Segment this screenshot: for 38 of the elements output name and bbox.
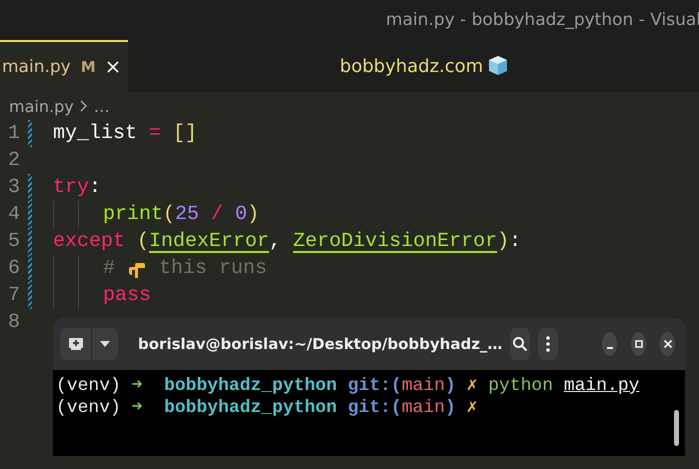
banner-text: bobbyhadz.com [340,56,484,76]
terminal-line: (venv) ➜ bobbyhadz_python git:(main) ✗ python main.py [56,375,640,396]
line-number: 5 [6,230,20,253]
code-line: my_list = [] [53,121,198,147]
editor-tab[interactable]: main.py M [0,40,128,92]
close-icon[interactable] [106,60,120,74]
minimize-icon [606,347,613,349]
chevron-right-icon [80,100,88,112]
line-number: 6 [6,257,20,280]
terminal-title: borislav@borislav:~/Desktop/bobbyhadz_… [137,335,502,353]
scrollbar[interactable] [674,410,679,446]
minimize-button[interactable] [602,332,618,356]
close-icon [662,339,673,349]
code-line: try: [53,175,102,201]
modified-label: M [80,58,96,76]
code-line: # this runs [103,256,268,282]
menu-button[interactable] [538,328,558,360]
line-number: 7 [6,284,20,307]
breadcrumb-item[interactable]: main.py [9,96,74,116]
new-tab-icon [68,338,82,350]
line-number: 2 [6,149,20,172]
code-line: print(25 / 0) [103,202,260,228]
code-line: pass [103,283,152,309]
ice-cube-icon [487,54,510,78]
maximize-button[interactable] [631,332,646,356]
search-icon [512,336,528,352]
line-number: 1 [6,122,20,145]
line-number: 4 [6,203,20,226]
terminal-line: (venv) ➜ bobbyhadz_python git:(main) ✗ [56,397,478,418]
line-number: 3 [6,176,20,199]
maximize-icon [634,339,644,349]
search-button[interactable] [510,328,530,360]
close-button[interactable] [660,332,675,356]
caret-down-icon [100,341,110,347]
menu-icon [546,336,550,352]
breadcrumb-item[interactable]: … [94,96,110,116]
code-line: except (IndexError, ZeroDivisionError): [53,229,522,255]
line-number: 8 [6,311,20,334]
